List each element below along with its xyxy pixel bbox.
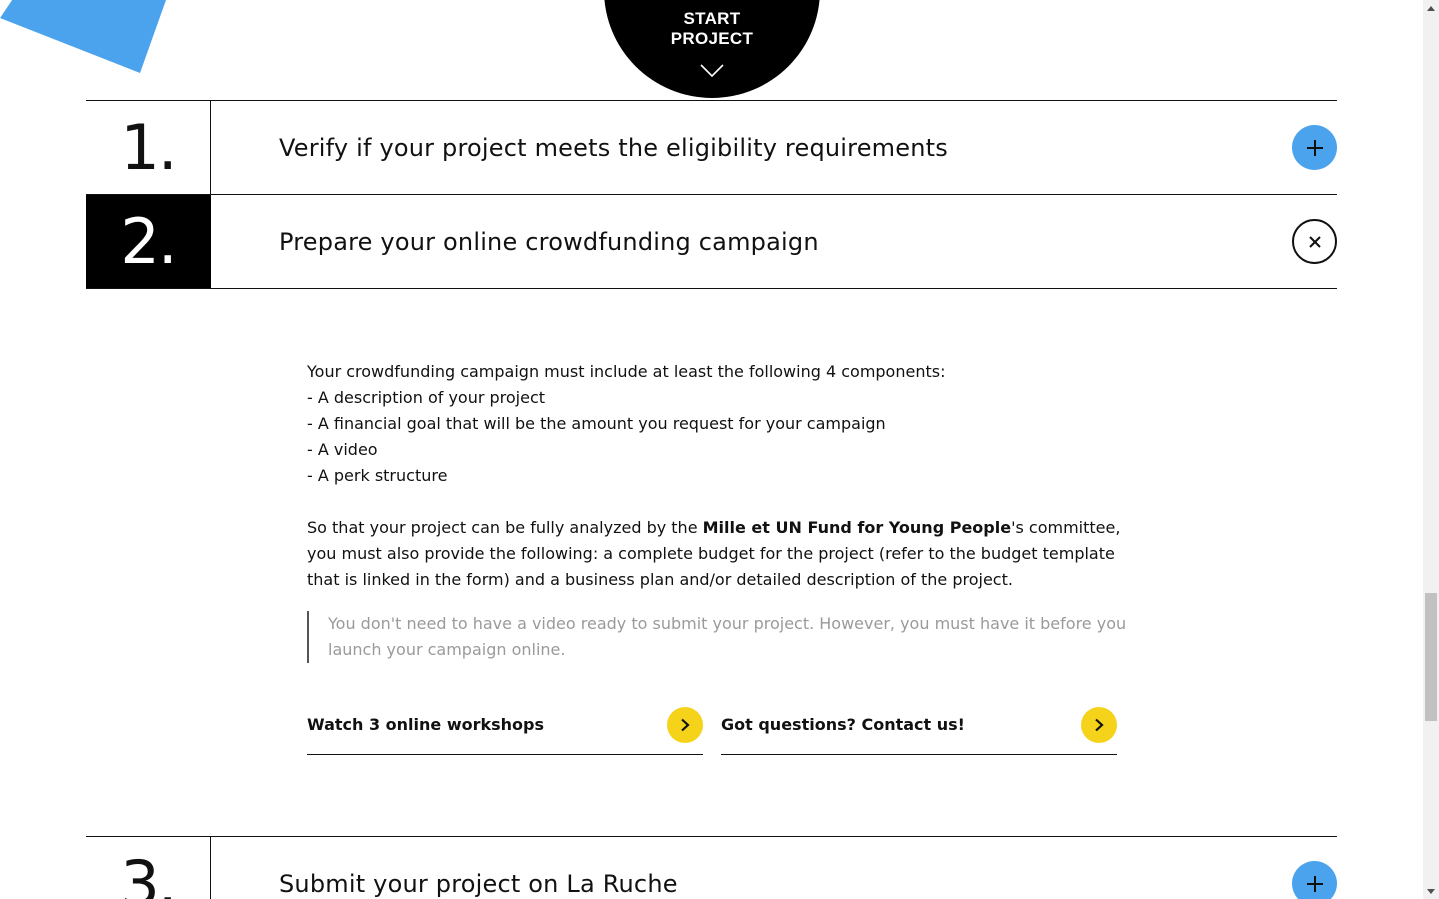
contact-link[interactable]: Got questions? Contact us!: [721, 699, 1117, 755]
start-project-button[interactable]: START PROJECT: [604, 0, 820, 98]
step-1-title: Verify if your project meets the eligibi…: [279, 133, 948, 162]
step-2-header[interactable]: 2. Prepare your online crowdfunding camp…: [86, 195, 1337, 288]
step-2-body: Your crowdfunding campaign must include …: [86, 288, 1337, 836]
chevron-right-icon: [1081, 706, 1117, 743]
plus-icon: [1306, 139, 1323, 156]
step-2-content: Your crowdfunding campaign must include …: [307, 359, 1127, 663]
requirements-paragraph: So that your project can be fully analyz…: [307, 515, 1127, 593]
step-3-number: 3.: [86, 837, 211, 899]
step-3: 3. Submit your project on La Ruche: [86, 836, 1337, 899]
step-3-header[interactable]: 3. Submit your project on La Ruche: [86, 837, 1337, 899]
step-2-collapse-button[interactable]: [1292, 219, 1337, 264]
plus-icon: [1306, 875, 1323, 892]
fund-name: Mille et UN Fund for Young People: [702, 518, 1012, 537]
step-1-header[interactable]: 1. Verify if your project meets the elig…: [86, 101, 1337, 194]
step-2-number: 2.: [86, 195, 211, 288]
step-1-expand-button[interactable]: [1292, 125, 1337, 170]
step-3-title: Submit your project on La Ruche: [279, 869, 678, 898]
scroll-down-arrow-icon[interactable]: [1423, 883, 1439, 899]
components-intro: Your crowdfunding campaign must include …: [307, 362, 946, 381]
step-2-title: Prepare your online crowdfunding campaig…: [279, 227, 819, 256]
decorative-blue-shape: [0, 0, 166, 73]
component-item: - A perk structure: [307, 466, 448, 485]
component-item: - A description of your project: [307, 388, 546, 407]
workshops-link[interactable]: Watch 3 online workshops: [307, 699, 703, 755]
close-icon: [1308, 235, 1321, 248]
step-3-expand-button[interactable]: [1292, 861, 1337, 899]
scroll-up-arrow-icon[interactable]: [1423, 0, 1439, 16]
step-2-links: Watch 3 online workshops Got questions? …: [307, 699, 1117, 755]
chevron-down-icon: [700, 64, 724, 78]
video-note: You don't need to have a video ready to …: [307, 611, 1127, 663]
chevron-right-icon: [667, 706, 703, 743]
component-item: - A video: [307, 440, 378, 459]
component-item: - A financial goal that will be the amou…: [307, 414, 886, 433]
page: START PROJECT 1. Verify if your project …: [0, 0, 1439, 899]
requirements-text-start: So that your project can be fully analyz…: [307, 518, 703, 537]
steps-accordion: 1. Verify if your project meets the elig…: [86, 100, 1337, 899]
page-scrollbar[interactable]: [1423, 0, 1439, 899]
step-1-number: 1.: [86, 101, 211, 194]
scrollbar-thumb[interactable]: [1425, 593, 1437, 721]
contact-link-label: Got questions? Contact us!: [721, 715, 965, 734]
step-1: 1. Verify if your project meets the elig…: [86, 100, 1337, 194]
start-project-label: START PROJECT: [670, 9, 754, 48]
step-2: 2. Prepare your online crowdfunding camp…: [86, 194, 1337, 836]
workshops-link-label: Watch 3 online workshops: [307, 715, 545, 734]
